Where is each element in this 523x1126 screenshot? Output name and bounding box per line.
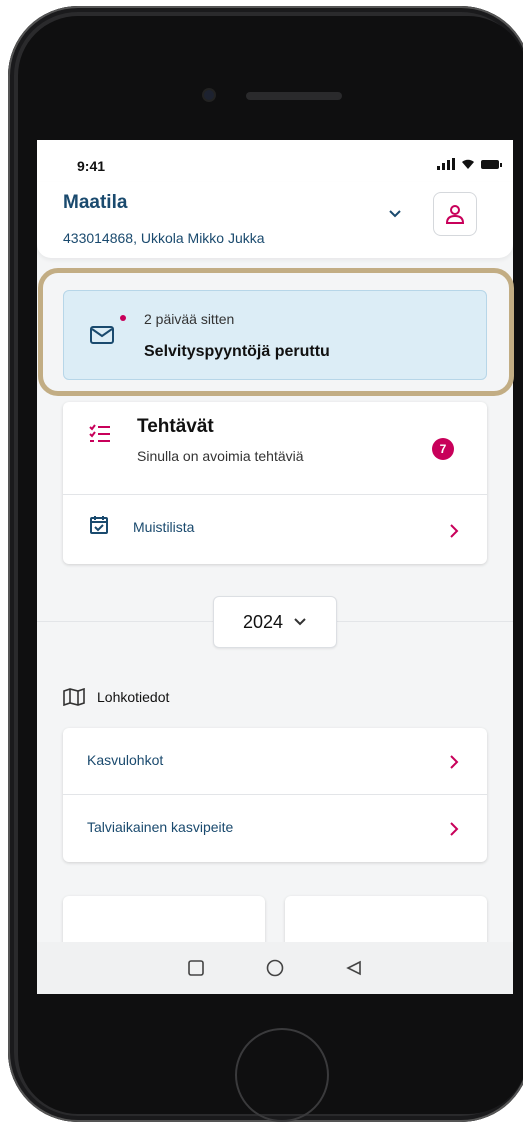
tasks-title: Tehtävät [137, 416, 214, 437]
map-icon [63, 688, 85, 706]
signal-icon [437, 158, 455, 170]
plot-item-label: Talviaikainen kasvipeite [87, 819, 234, 835]
status-bar: 9:41 [37, 140, 513, 182]
wifi-icon [462, 159, 474, 169]
tasks-card: Tehtävät Sinulla on avoimia tehtäviä 7 M… [63, 402, 487, 564]
tasks-row[interactable]: Tehtävät Sinulla on avoimia tehtäviä 7 [63, 402, 487, 494]
home-button[interactable] [235, 1028, 329, 1122]
tasks-count-badge: 7 [432, 438, 454, 460]
plots-section-header: Lohkotiedot [63, 688, 169, 706]
back-icon[interactable] [346, 960, 362, 976]
year-label: 2024 [242, 611, 284, 632]
camera-icon [204, 90, 214, 100]
battery-icon [481, 159, 502, 169]
notification-title: Selvityspyyntöjä peruttu [144, 343, 330, 360]
chevron-down-icon [294, 618, 306, 626]
plot-item-talviaikainen[interactable]: Talviaikainen kasvipeite [63, 795, 487, 862]
chevron-down-icon[interactable] [387, 206, 403, 222]
chevron-right-icon [450, 755, 459, 769]
mail-icon [90, 326, 114, 344]
year-selector[interactable]: 2024 [213, 596, 337, 648]
plot-item-label: Kasvulohkot [87, 752, 164, 768]
calendar-check-icon [90, 516, 108, 534]
farm-subtitle: 433014868, Ukkola Mikko Jukka [63, 230, 265, 246]
notification-time: 2 päivää sitten [144, 311, 235, 327]
unread-dot [120, 315, 126, 321]
plots-card: Kasvulohkot Talviaikainen kasvipeite [63, 728, 487, 862]
speaker-grille [246, 92, 342, 100]
recent-apps-icon[interactable] [188, 960, 204, 976]
farm-title: Maatila [63, 192, 128, 213]
home-nav-icon[interactable] [266, 959, 284, 977]
memo-label: Muistilista [133, 519, 195, 535]
profile-button[interactable] [433, 192, 477, 236]
chevron-right-icon [450, 822, 459, 836]
chevron-right-icon [450, 524, 459, 538]
android-nav-bar [37, 942, 513, 994]
user-icon [445, 205, 465, 224]
phone-screen: 9:41 Maatila 433014868, Ukkola Mikko Juk… [37, 140, 513, 994]
plot-item-kasvulohkot[interactable]: Kasvulohkot [63, 728, 487, 794]
tasks-subtitle: Sinulla on avoimia tehtäviä [137, 448, 304, 464]
checklist-icon [89, 424, 110, 442]
status-time: 9:41 [77, 158, 106, 174]
memo-row[interactable]: Muistilista [63, 495, 487, 564]
status-icons [437, 158, 502, 170]
notification-card[interactable]: 2 päivää sitten Selvityspyyntöjä peruttu [63, 290, 487, 380]
plots-section-label: Lohkotiedot [97, 689, 170, 705]
app-header: Maatila 433014868, Ukkola Mikko Jukka [37, 182, 513, 258]
